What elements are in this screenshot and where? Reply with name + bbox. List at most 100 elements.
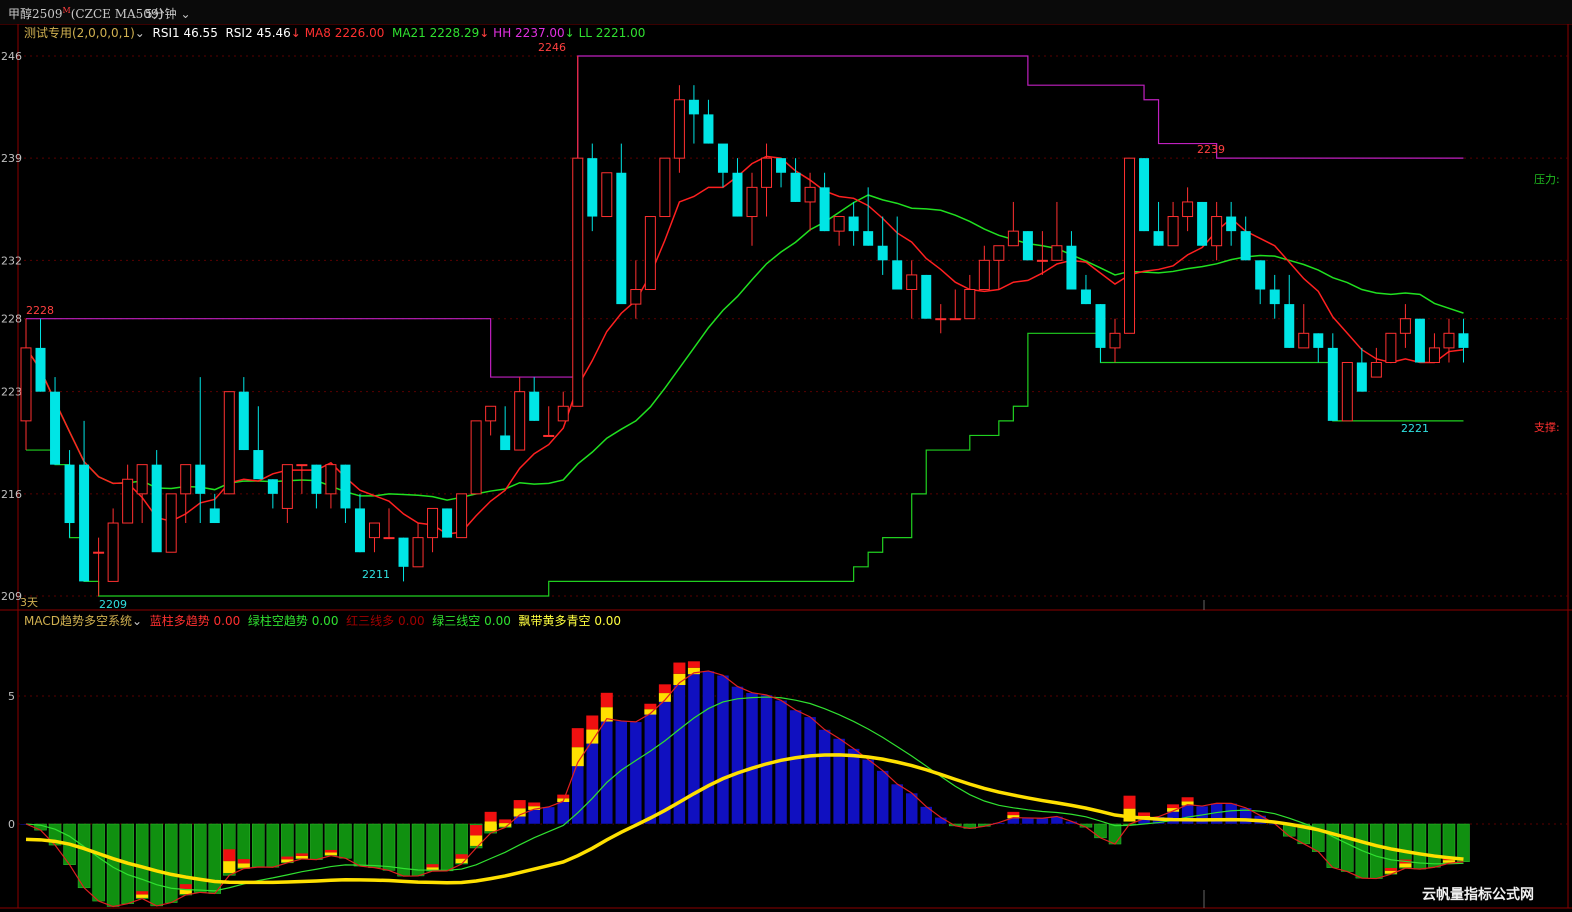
candle	[470, 420, 482, 495]
candle-body-up	[964, 289, 976, 320]
candle	[557, 391, 569, 422]
macd-bar	[571, 762, 585, 825]
macd-tick-label: 0	[8, 818, 15, 831]
candle-body-down	[354, 508, 365, 553]
macd-cap-red	[557, 794, 570, 799]
red-three-line-label: 红三线多	[346, 614, 395, 628]
price-tick-label: 232	[1, 254, 22, 267]
upper-indicator-legend: 测试专用(2,0,0,0,1)⌄ RSI1 46.55 RSI2 45.46↓ …	[24, 26, 646, 40]
macd-cap-red	[455, 854, 468, 859]
candle-body-up	[761, 157, 773, 188]
candle	[1066, 231, 1077, 290]
chevron-down-icon[interactable]: ⌄	[132, 614, 142, 628]
macd-cap-red	[237, 859, 250, 864]
candle-body-down	[50, 391, 61, 465]
candle	[136, 464, 148, 524]
candle-body-down	[587, 158, 598, 217]
macd-cap-red	[687, 661, 700, 668]
candle-body-up	[1370, 361, 1382, 378]
candle-body-down	[892, 260, 903, 290]
candle-body-down	[1414, 318, 1425, 363]
macd-cap-red	[600, 692, 613, 708]
candle	[529, 377, 540, 421]
green-bar-label: 绿柱空趋势	[247, 614, 308, 628]
price-tick-label: 216	[1, 488, 22, 501]
candle	[79, 420, 90, 582]
ma8-label: MA8	[304, 26, 331, 40]
candle	[1370, 347, 1382, 378]
macd-bar	[339, 823, 352, 859]
candle	[1167, 201, 1179, 247]
candle-body-up	[1428, 347, 1440, 363]
macd-bar	[1094, 823, 1107, 839]
macd-cap-red	[1167, 804, 1180, 809]
macd-bar	[658, 699, 672, 825]
candle-body-down	[64, 464, 75, 524]
candle-body-down	[1458, 333, 1469, 348]
candle	[673, 85, 685, 173]
ll-value: 2221.00	[595, 26, 646, 40]
macd-bar	[353, 823, 367, 867]
ll-label: LL	[578, 26, 592, 40]
candle-body-up	[1167, 216, 1179, 247]
candle	[180, 464, 192, 524]
candle	[921, 274, 932, 319]
candle-body-up	[165, 493, 177, 553]
candle-body-down	[1139, 158, 1150, 232]
watermark: 云帆量指标公式网	[1422, 887, 1534, 903]
candle	[35, 318, 46, 392]
candle-body-up	[906, 274, 918, 291]
ma21-value: 2228.29	[429, 26, 480, 40]
candle	[165, 493, 177, 553]
candle-body-down	[79, 464, 90, 582]
macd-bar	[934, 817, 948, 825]
candle	[1313, 333, 1324, 363]
macd-cap-red	[1007, 811, 1020, 816]
candle-body-down	[1153, 231, 1164, 246]
candle	[761, 143, 773, 217]
candle-body-up	[601, 172, 613, 218]
upper-indicator-name[interactable]: 测试专用(2,0,0,0,1)	[24, 26, 135, 40]
macd-bar	[629, 721, 643, 825]
candle	[514, 377, 526, 451]
macd-cap-yellow	[324, 852, 337, 856]
candle-body-down	[1313, 333, 1324, 348]
ll-line	[26, 332, 1464, 597]
candle-body-up	[833, 216, 845, 232]
high-mark-label: 2246	[538, 41, 566, 54]
candle	[1443, 318, 1455, 363]
candle	[1458, 318, 1469, 363]
candle	[877, 216, 888, 275]
kline-chart[interactable]: 246 239 232 228 223 216 209 2228 2246 2239 2209 221…	[0, 0, 1572, 912]
candle-body-down	[1240, 231, 1251, 261]
candle	[964, 274, 976, 320]
macd-bar	[876, 770, 889, 825]
ribbon-value: 0.00	[594, 614, 622, 628]
hh-line	[26, 55, 1464, 378]
chevron-down-icon[interactable]: ⌄	[135, 26, 145, 40]
candle-body-up	[93, 551, 105, 554]
candle	[1356, 347, 1367, 392]
macd-cap-red	[426, 864, 439, 868]
high-mark-label: 2239	[1197, 143, 1225, 156]
candle	[209, 493, 220, 524]
lower-indicator-legend: MACD趋势多空系统⌄ 蓝柱多趋势 0.00 绿柱空趋势 0.00 红三线多 0…	[24, 612, 621, 629]
macd-bar	[382, 823, 396, 871]
candle-body-down	[340, 464, 351, 509]
candle	[151, 450, 162, 553]
price-tick-label: 228	[1, 313, 22, 326]
candle	[848, 201, 859, 246]
candle	[1139, 158, 1150, 232]
candle-body-down	[151, 464, 162, 553]
candle	[1153, 201, 1164, 246]
candle	[1428, 333, 1440, 363]
candle	[746, 172, 758, 246]
macd-bar	[702, 670, 715, 825]
macd-bar	[426, 823, 439, 872]
lower-indicator-name[interactable]: MACD趋势多空系统	[24, 614, 132, 628]
macd-bar	[150, 823, 163, 907]
candle-body-up	[1124, 157, 1136, 334]
macd-cap-red	[571, 728, 584, 748]
macd-cap-yellow	[237, 863, 250, 868]
candle	[311, 464, 322, 509]
